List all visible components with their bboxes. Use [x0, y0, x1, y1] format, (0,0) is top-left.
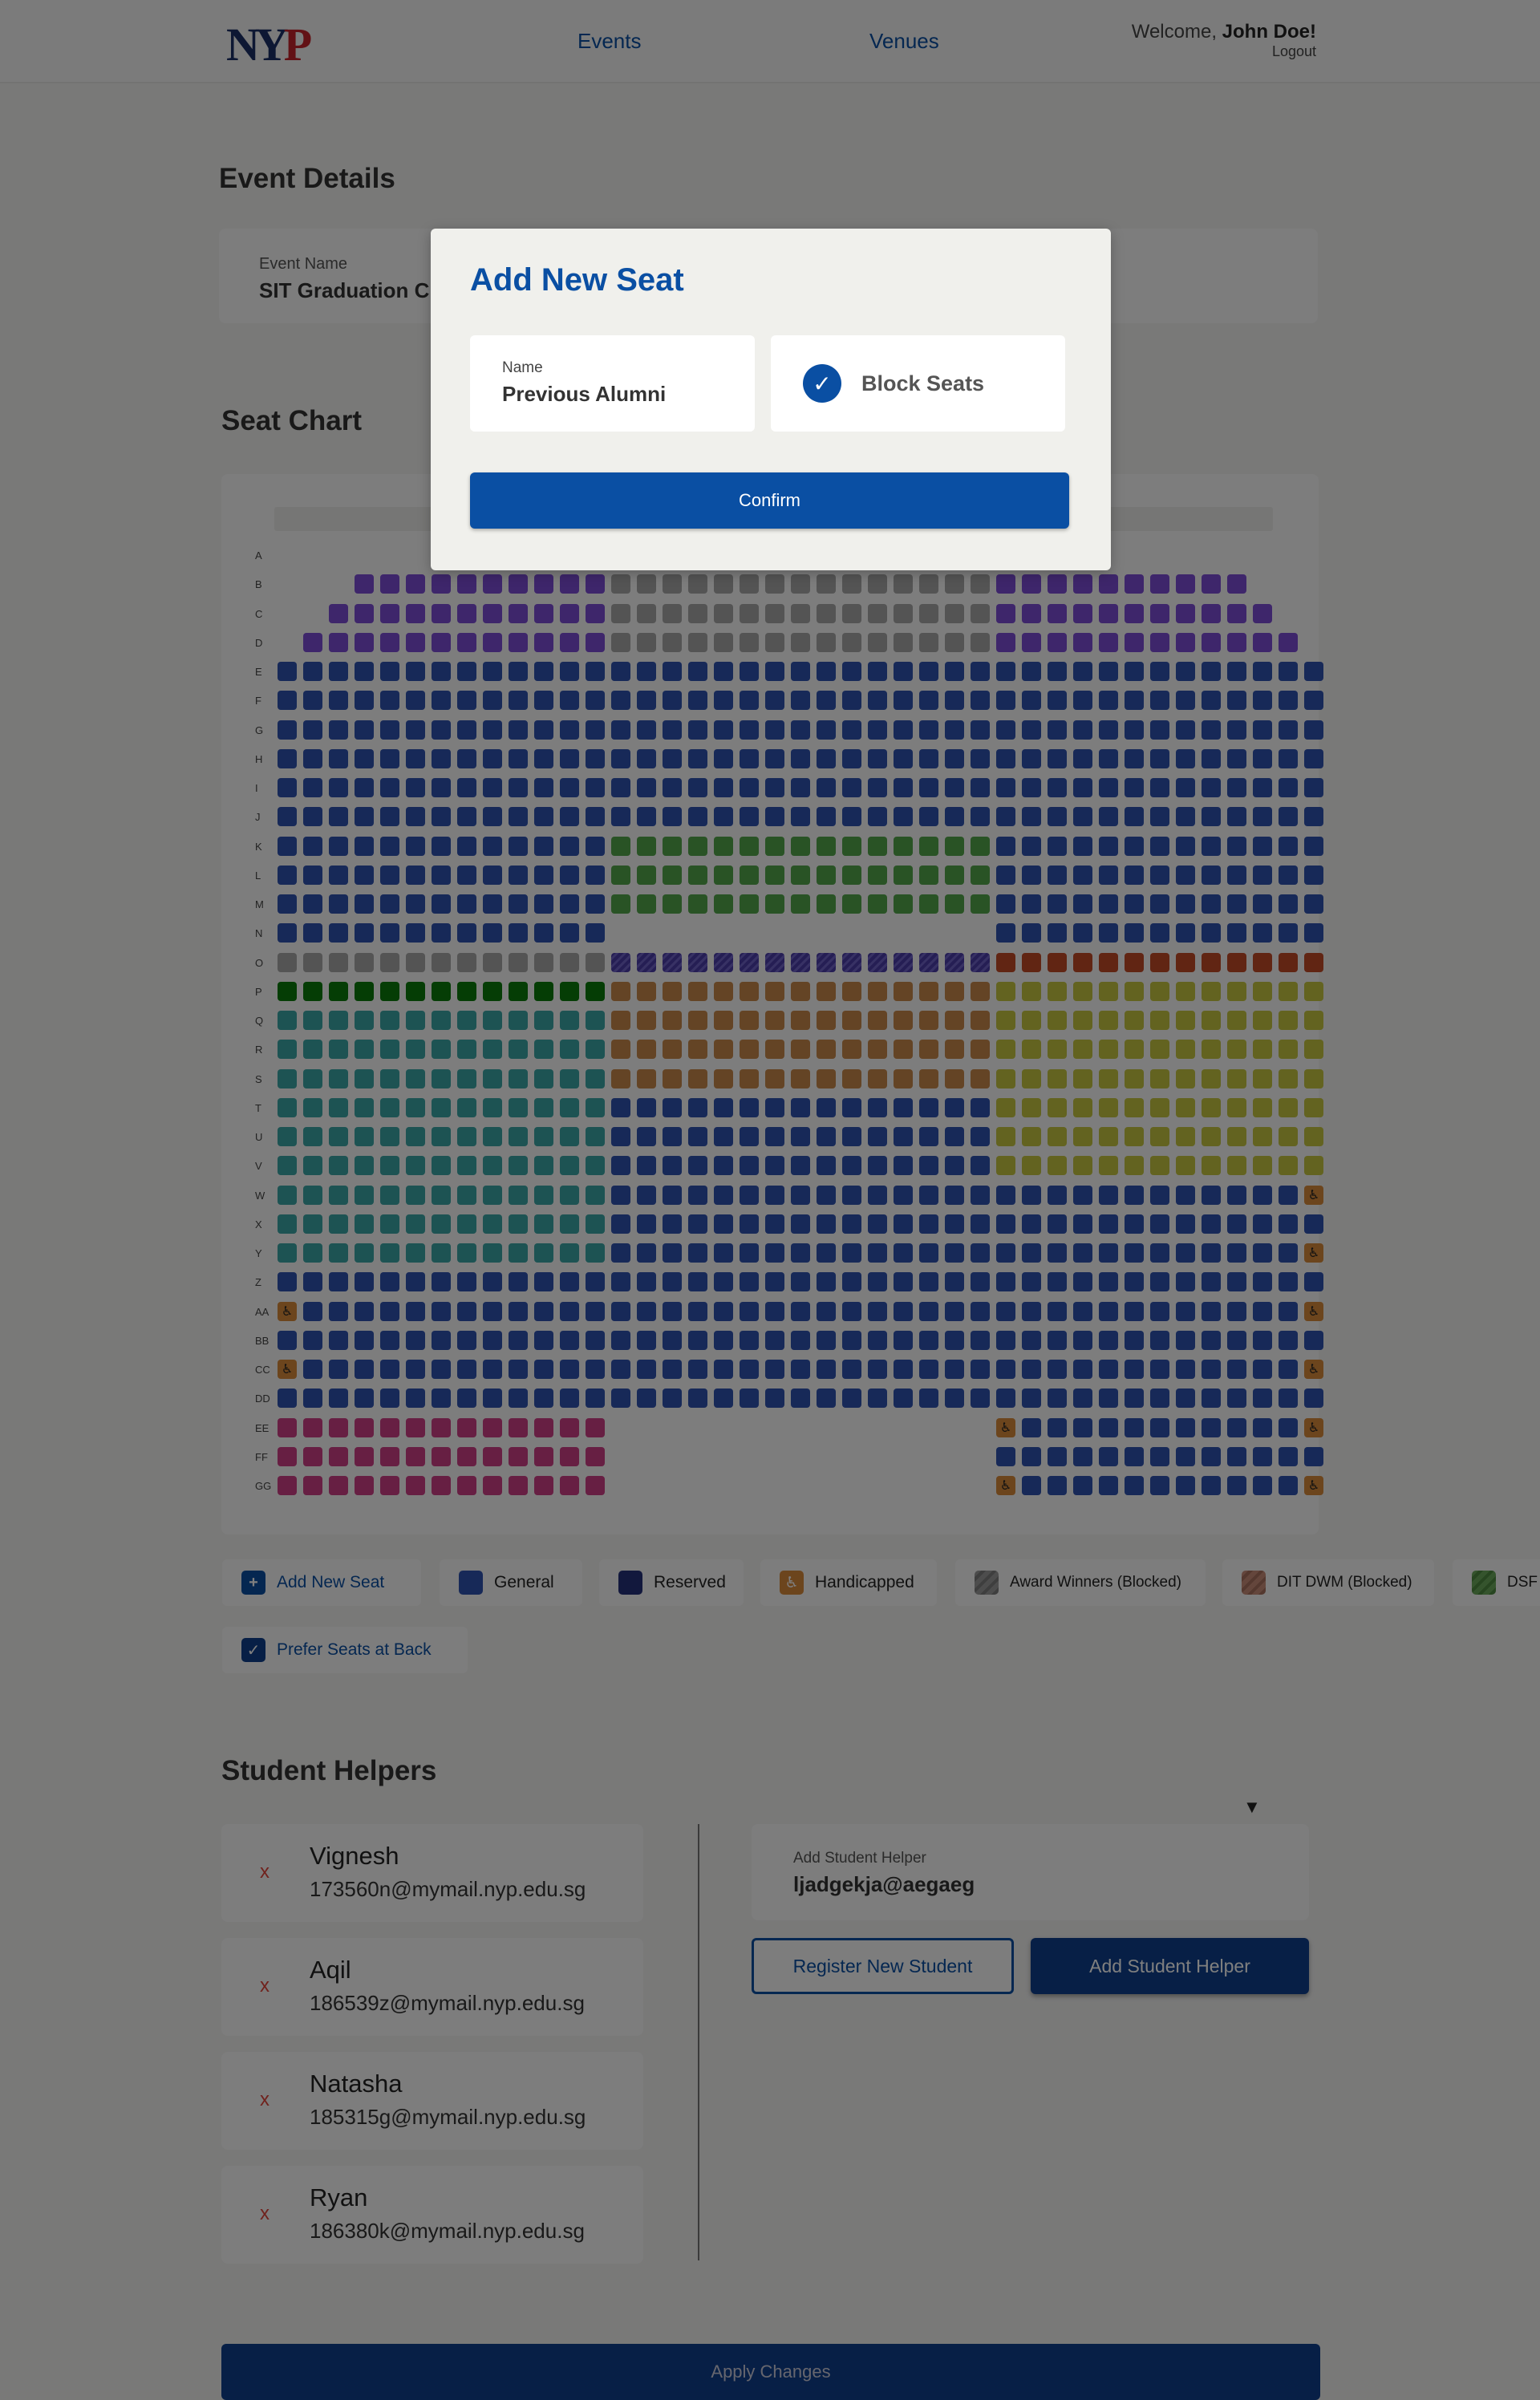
- seat-name-input[interactable]: Name Previous Alumni: [470, 335, 755, 432]
- confirm-button[interactable]: Confirm: [470, 472, 1069, 529]
- block-seats-label: Block Seats: [861, 371, 985, 395]
- seat-name-value: Previous Alumni: [502, 382, 667, 406]
- seat-name-label: Name: [502, 359, 543, 376]
- check-circle-icon: ✓: [803, 364, 841, 403]
- add-new-seat-modal: Add New Seat Name Previous Alumni ✓ Bloc…: [431, 229, 1111, 570]
- block-seats-checkbox[interactable]: ✓ Block Seats: [771, 335, 1065, 432]
- modal-title: Add New Seat: [470, 262, 684, 298]
